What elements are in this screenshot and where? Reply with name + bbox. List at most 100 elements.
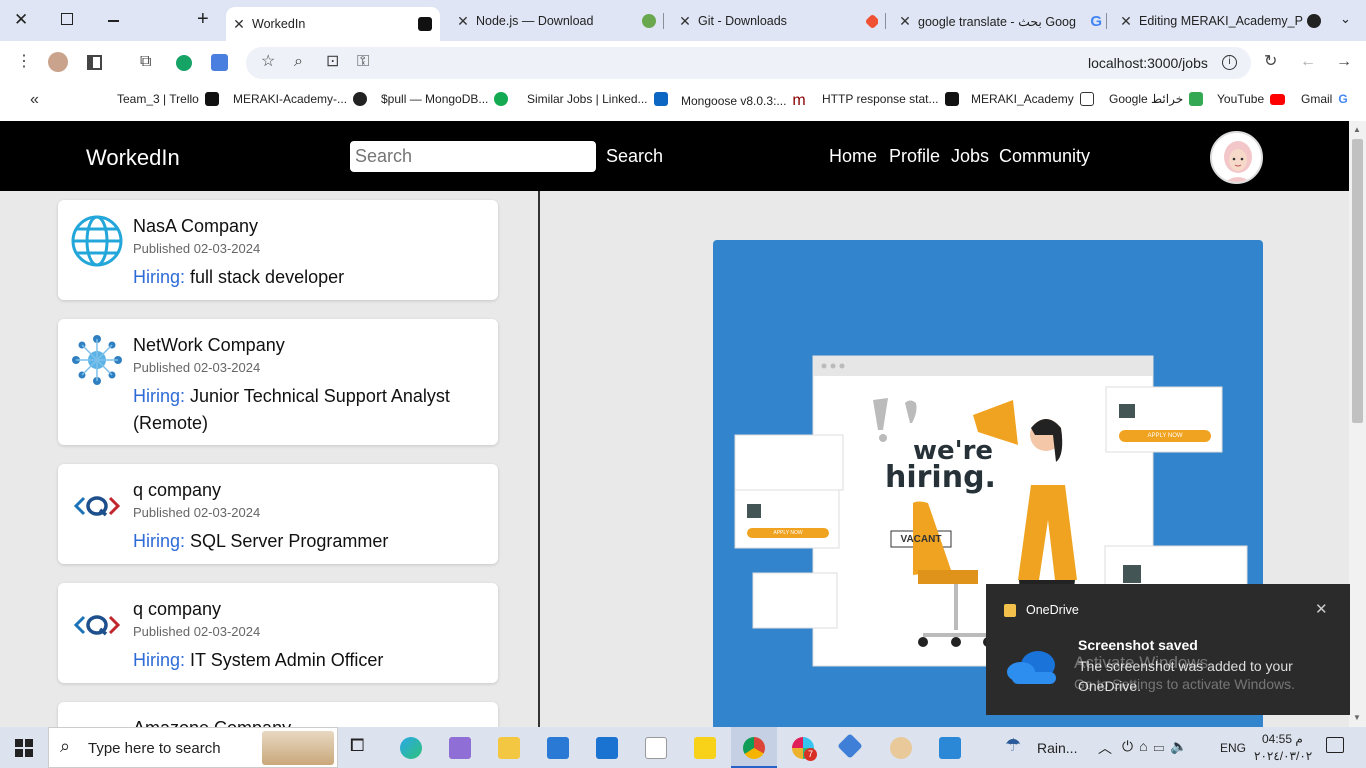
mongoose-icon: m [792, 92, 806, 109]
app-navbar: WorkedIn Search Home Profile Jobs Commun… [0, 121, 1349, 191]
nav-jobs[interactable]: Jobs [951, 146, 989, 167]
job-card[interactable]: Amazone Company [58, 702, 498, 727]
scroll-up-arrow-icon[interactable]: ▲ [1353, 125, 1361, 134]
search-highlight-image [262, 731, 334, 765]
tab-github-editing[interactable]: ✕ Editing MERAKI_Academy_P [1113, 7, 1321, 35]
clock-date[interactable]: ٢٠٢٤/٠٣/٠٢ [1254, 749, 1312, 763]
weather-text[interactable]: Rain... [1037, 740, 1077, 756]
notification-badge: 7 [804, 748, 817, 761]
tab-git[interactable]: ✕ Git - Downloads [672, 7, 878, 35]
language-indicator[interactable]: ENG [1220, 741, 1246, 755]
translate-extension-icon[interactable] [211, 54, 228, 71]
apply-now-badge: APPLY NOW [1147, 433, 1183, 439]
menu-kebab-icon[interactable]: ⋮ [16, 52, 32, 72]
bookmark-gmail[interactable]: Gmail G [1301, 92, 1348, 106]
action-center-icon[interactable] [1326, 737, 1344, 753]
bookmarks-overflow-icon[interactable]: « [30, 91, 39, 109]
sticky-notes-icon[interactable] [694, 737, 716, 759]
bookmark-youtube[interactable]: YouTube [1217, 92, 1286, 106]
mdn-icon [944, 92, 959, 106]
url-text[interactable]: localhost:3000/jobs [1088, 55, 1208, 71]
bookmark-google-maps[interactable]: Google خرائط [1109, 92, 1204, 106]
microsoft-store-icon[interactable] [547, 737, 569, 759]
windows-start-icon[interactable] [15, 739, 33, 762]
chevron-up-icon[interactable]: ︿ [1098, 738, 1112, 758]
browser-tab-strip: ✕ + ✕ WorkedIn ✕ Node.js — Download ✕ Gi… [0, 0, 1366, 41]
job-card[interactable]: NasA Company Published 02-03-2024 Hiring… [58, 200, 498, 300]
feather-app-icon[interactable] [449, 737, 471, 759]
mail-icon[interactable] [596, 737, 618, 759]
bookmark-meraki-folder[interactable]: MERAKI_Academy [971, 92, 1094, 106]
file-explorer-icon[interactable] [498, 737, 520, 759]
back-arrow-icon[interactable]: → [1336, 52, 1352, 72]
close-tab-icon[interactable]: ✕ [672, 13, 698, 30]
bookmark-meraki-github[interactable]: MERAKI-Academy-... [233, 92, 368, 106]
company-name: Amazone Company [133, 718, 291, 727]
password-key-icon[interactable]: ⚿ [357, 52, 369, 72]
tab-google-translate[interactable]: ✕ google translate - بحث Goog G [892, 7, 1102, 35]
bookmark-linkedin[interactable]: Similar Jobs | Linked... [527, 92, 668, 106]
job-card[interactable]: q company Published 02-03-2024 Hiring: S… [58, 464, 498, 564]
notepad-icon[interactable] [645, 737, 667, 759]
onedrive-notification[interactable]: OneDrive ✕ Screenshot saved The screensh… [986, 584, 1350, 715]
job-title: Hiring: Junior Technical Support Analyst… [133, 386, 450, 433]
zoom-icon[interactable]: ⌕ [294, 52, 303, 72]
bookmark-star-icon[interactable]: ☆ [261, 52, 275, 72]
new-tab-icon[interactable]: + [197, 8, 209, 31]
close-tab-icon[interactable]: ✕ [450, 13, 476, 30]
q-company-logo-icon [70, 597, 124, 651]
extensions-puzzle-icon[interactable]: ⧉ [140, 52, 151, 72]
search-input[interactable] [350, 141, 596, 172]
grammarly-icon[interactable] [176, 55, 192, 71]
reload-icon[interactable]: ↻ [1264, 52, 1277, 72]
tab-nodejs[interactable]: ✕ Node.js — Download [450, 7, 656, 35]
job-card[interactable]: NetWork Company Published 02-03-2024 Hir… [58, 319, 498, 445]
bookmark-mongoose[interactable]: Mongoose v8.0.3:... m [681, 92, 806, 110]
scroll-thumb[interactable] [1352, 139, 1363, 423]
paint-icon[interactable] [890, 737, 912, 759]
workedin-favicon-icon [418, 17, 432, 31]
brand-logo[interactable]: WorkedIn [86, 145, 180, 171]
company-name: NasA Company [133, 216, 259, 236]
onedrive-small-icon [1004, 604, 1016, 617]
side-panel-icon[interactable] [87, 55, 102, 70]
system-tray-icons[interactable]: ⏻⌂▭🔈 [1122, 738, 1194, 755]
job-list: NasA Company Published 02-03-2024 Hiring… [0, 191, 538, 727]
nav-profile[interactable]: Profile [889, 146, 940, 167]
job-card[interactable]: q company Published 02-03-2024 Hiring: I… [58, 583, 498, 683]
page-scrollbar[interactable]: ▲ ▼ [1349, 121, 1366, 727]
nav-home[interactable]: Home [829, 146, 877, 167]
bookmark-http-status[interactable]: HTTP response stat... [822, 92, 959, 106]
toast-close-icon[interactable]: ✕ [1315, 600, 1328, 618]
browser-toolbar: ⋮ ⧉ ☆ ⌕ ⊡ ⚿ localhost:3000/jobs i ↻ ← → [0, 41, 1366, 84]
search-icon: ⌕ [60, 736, 71, 756]
scroll-down-arrow-icon[interactable]: ▼ [1353, 713, 1361, 722]
bookmark-mongodb[interactable]: $pull — MongoDB... [381, 92, 509, 106]
task-view-icon[interactable]: ⧠ [350, 735, 364, 756]
git-extensions-icon[interactable] [837, 733, 863, 759]
close-tab-icon[interactable]: ✕ [1113, 13, 1139, 30]
profile-avatar-icon[interactable] [48, 52, 68, 72]
taskbar-search-placeholder[interactable]: Type here to search [88, 740, 221, 757]
edge-icon[interactable] [400, 737, 422, 759]
tab-search-chevron-icon[interactable]: ⌄ [1340, 11, 1351, 27]
bookmark-trello[interactable]: Team_3 | Trello [117, 92, 219, 106]
photos-icon[interactable] [939, 737, 961, 759]
google-icon: G [1338, 92, 1348, 106]
restore-window-icon[interactable] [61, 13, 73, 25]
site-info-icon[interactable]: i [1222, 55, 1237, 70]
minimize-window-icon[interactable] [108, 20, 119, 22]
search-button[interactable]: Search [606, 146, 663, 167]
tab-workedin[interactable]: ✕ WorkedIn [226, 7, 440, 41]
user-avatar[interactable] [1210, 131, 1263, 184]
headline-hiring: hiring. [885, 460, 996, 495]
translate-page-icon[interactable]: ⊡ [326, 52, 339, 72]
job-title: Hiring: full stack developer [133, 267, 345, 287]
close-tab-icon[interactable]: ✕ [892, 13, 918, 30]
chrome-icon [743, 737, 765, 759]
close-window-icon[interactable]: ✕ [14, 10, 28, 30]
nav-community[interactable]: Community [999, 146, 1090, 167]
close-tab-icon[interactable]: ✕ [226, 16, 252, 33]
clock-time[interactable]: 04:55 م [1262, 732, 1303, 746]
forward-arrow-icon[interactable]: ← [1300, 52, 1316, 72]
